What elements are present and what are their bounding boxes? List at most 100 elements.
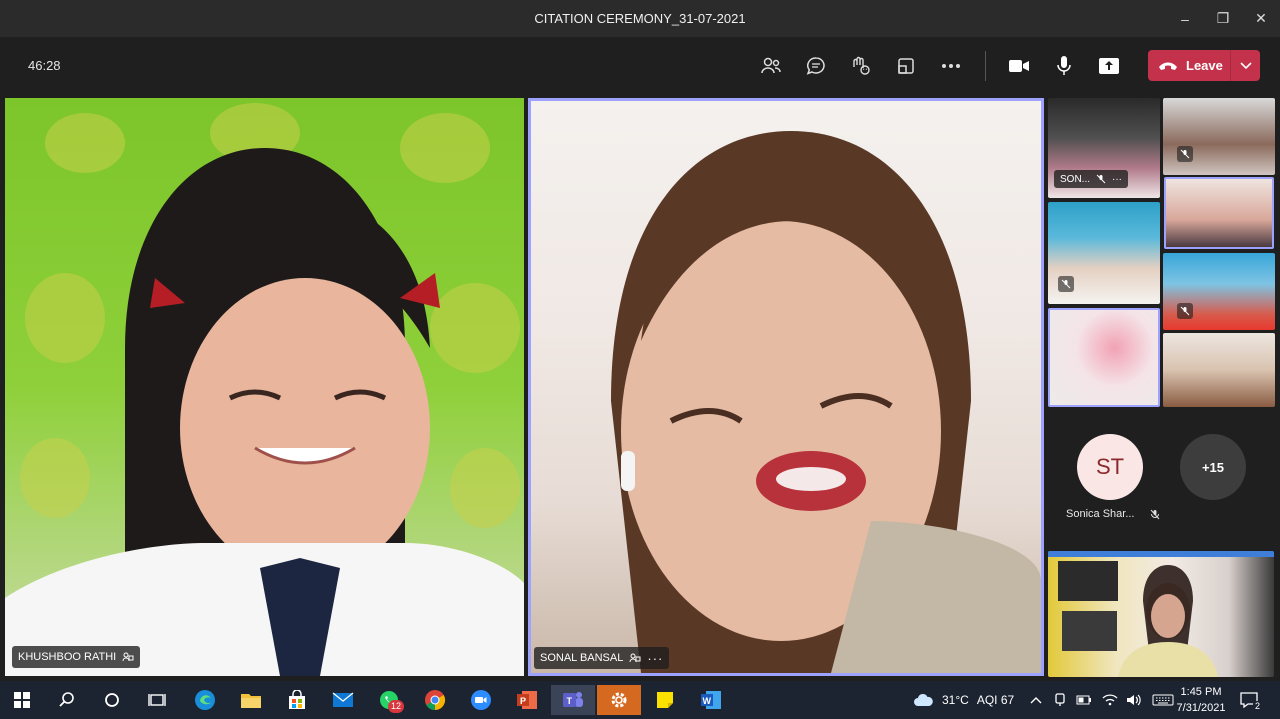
participant-thumbnail[interactable]: SON... ···: [1048, 98, 1160, 198]
participant-thumbnail-active[interactable]: [1164, 177, 1274, 249]
chevron-up-icon[interactable]: [1030, 696, 1042, 704]
more-options-icon[interactable]: ···: [1112, 174, 1122, 185]
chrome-icon: [425, 690, 446, 711]
teams-icon: T: [563, 692, 583, 707]
windows-taskbar: 12 P T W 31°C AQI 67 1:45 PM 7/31/2021 2: [0, 681, 1280, 719]
notification-count: 2: [1253, 701, 1263, 711]
participant-thumbnail[interactable]: [1163, 98, 1275, 175]
taskbar-app-store[interactable]: [275, 685, 319, 715]
participant-name-badge: KHUSHBOO RATHI: [12, 646, 141, 668]
minimize-button[interactable]: –: [1166, 0, 1204, 37]
rooms-button[interactable]: [891, 51, 921, 81]
participant-avatar[interactable]: ST: [1077, 434, 1143, 500]
folder-icon: [241, 694, 261, 708]
participant-status-icon: [629, 653, 641, 663]
clock-date: 7/31/2021: [1176, 702, 1226, 714]
participant-name-badge: SON... ···: [1054, 170, 1129, 188]
participants-button[interactable]: [756, 51, 786, 81]
hang-up-icon: [1159, 62, 1177, 70]
wifi-icon[interactable]: [1102, 694, 1118, 706]
meet-now-icon[interactable]: [1054, 693, 1066, 707]
participant-thumbnail[interactable]: [1163, 253, 1275, 330]
taskbar-app-word[interactable]: W: [689, 685, 733, 715]
hand-icon: [853, 56, 870, 75]
camera-button[interactable]: [1004, 51, 1034, 81]
search-button[interactable]: [45, 685, 89, 715]
participant-thumbnail[interactable]: [1048, 202, 1160, 304]
taskbar-app-edge[interactable]: [183, 685, 227, 715]
share-screen-button[interactable]: [1094, 51, 1124, 81]
task-view-icon: [148, 694, 166, 706]
sticky-note-icon: [657, 692, 673, 708]
temperature: 31°C: [942, 693, 969, 707]
cortana-button[interactable]: [90, 685, 134, 715]
zoom-icon: [471, 690, 491, 710]
cortana-icon: [105, 693, 119, 707]
speaker-icon[interactable]: [1126, 693, 1142, 707]
title-bar: CITATION CEREMONY_31-07-2021 – ❐ ✕: [0, 0, 1280, 37]
more-actions-button[interactable]: [936, 51, 966, 81]
taskbar-app-mail[interactable]: [321, 685, 365, 715]
svg-text:W: W: [703, 696, 712, 706]
video-feed-illustration: [1048, 551, 1274, 677]
weather-widget[interactable]: 31°C AQI 67: [912, 681, 1014, 719]
chat-icon: [806, 57, 825, 75]
action-center-button[interactable]: 2: [1240, 681, 1263, 719]
meeting-timer: 46:28: [28, 58, 61, 73]
more-participants-button[interactable]: +15: [1180, 434, 1246, 500]
microphone-icon: [1057, 56, 1071, 75]
people-icon: [761, 57, 781, 74]
edge-icon: [195, 690, 215, 710]
participant-name-badge: SONAL BANSAL ···: [534, 647, 670, 669]
leave-label: Leave: [1186, 58, 1223, 73]
taskbar-app-file-explorer[interactable]: [229, 685, 273, 715]
taskbar-app-teams[interactable]: T: [551, 685, 595, 715]
taskbar-app-whatsapp[interactable]: 12: [367, 685, 411, 715]
svg-text:P: P: [520, 696, 526, 706]
task-view-button[interactable]: [135, 685, 179, 715]
system-clock[interactable]: 1:45 PM 7/31/2021: [1168, 684, 1234, 716]
leave-options-button[interactable]: [1230, 50, 1260, 81]
taskbar-app-chrome[interactable]: [413, 685, 457, 715]
chat-button[interactable]: [801, 51, 831, 81]
more-options-icon[interactable]: ···: [647, 651, 663, 666]
taskbar-app-powerpoint[interactable]: P: [505, 685, 549, 715]
participant-name: Sonica Shar...: [1066, 508, 1160, 520]
participant-name: SONAL BANSAL: [540, 652, 624, 664]
participant-thumbnail-large[interactable]: [1048, 551, 1274, 677]
close-button[interactable]: ✕: [1242, 0, 1280, 37]
taskbar-app-zoom[interactable]: [459, 685, 503, 715]
store-icon: [289, 690, 305, 709]
participant-status-icon: [122, 652, 134, 662]
participant-name: KHUSHBOO RATHI: [18, 651, 117, 663]
powerpoint-icon: P: [517, 691, 537, 709]
start-button[interactable]: [0, 685, 44, 715]
video-feed-illustration: [5, 103, 524, 676]
gear-icon: [611, 692, 627, 708]
cloud-icon: [914, 693, 933, 706]
battery-icon[interactable]: [1076, 695, 1092, 705]
chevron-down-icon: [1239, 61, 1252, 69]
word-icon: W: [701, 691, 721, 709]
svg-text:T: T: [567, 696, 573, 706]
video-tile-sonal[interactable]: SONAL BANSAL ···: [528, 98, 1044, 676]
mail-icon: [332, 692, 354, 707]
participant-thumbnail-active[interactable]: [1048, 308, 1160, 407]
leave-button[interactable]: Leave: [1148, 50, 1260, 81]
taskbar-app-sticky-notes[interactable]: [643, 685, 687, 715]
mic-off-icon: [1177, 146, 1193, 162]
video-tile-khushboo[interactable]: KHUSHBOO RATHI: [5, 98, 524, 676]
participant-thumbnail[interactable]: [1163, 333, 1275, 407]
clock-time: 1:45 PM: [1180, 686, 1222, 698]
air-quality: AQI 67: [976, 693, 1015, 707]
more-icon: [942, 64, 960, 68]
microphone-button[interactable]: [1049, 51, 1079, 81]
taskbar-app-settings[interactable]: [597, 685, 641, 715]
window-title: CITATION CEREMONY_31-07-2021: [534, 11, 746, 26]
windows-logo-icon: [14, 692, 30, 708]
raise-hand-button[interactable]: [845, 51, 875, 81]
mic-off-icon: [1096, 174, 1106, 184]
meeting-toolbar: 46:28 Leave: [0, 37, 1280, 94]
toolbar-divider: [985, 51, 986, 81]
maximize-button[interactable]: ❐: [1204, 0, 1242, 37]
